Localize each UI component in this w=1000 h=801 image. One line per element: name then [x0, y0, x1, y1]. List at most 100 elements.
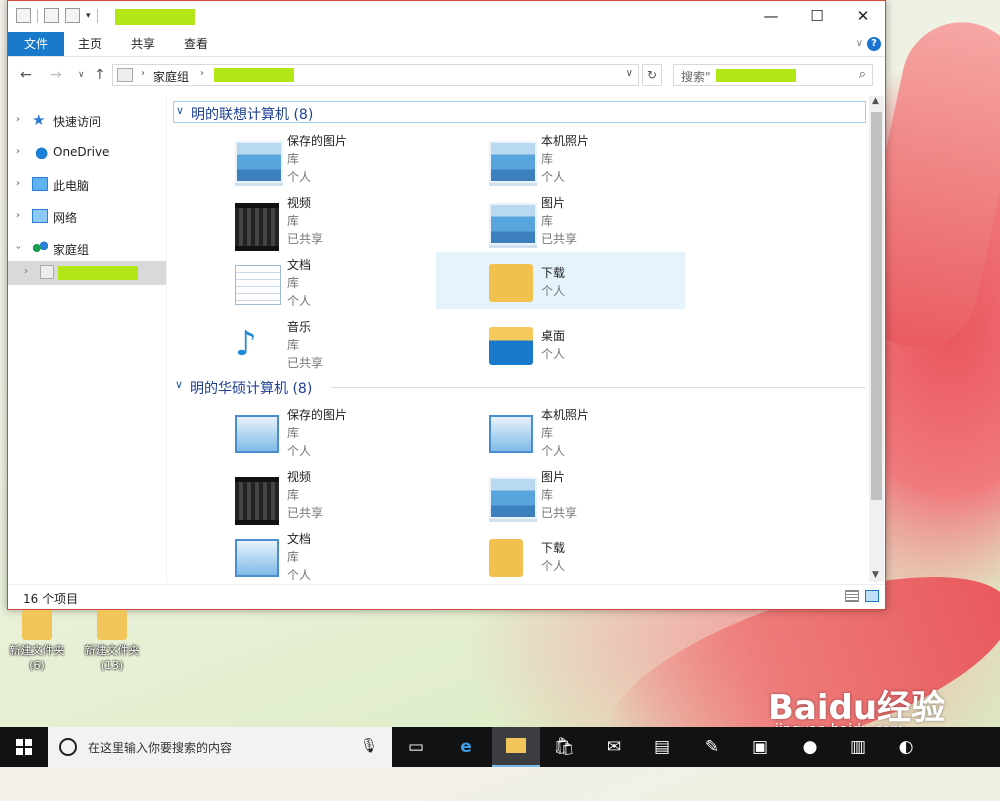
item-type: 库 — [541, 214, 554, 228]
item-share-status: 个人 — [541, 170, 566, 184]
list-item[interactable]: 图片 库 已共享 — [436, 465, 685, 523]
item-type: 个人 — [541, 284, 566, 298]
desktop-icon-label: 新建文件夹 — [84, 644, 140, 657]
app-icon[interactable]: ● — [786, 727, 834, 767]
item-name: 下载 — [541, 266, 566, 280]
maximize-button[interactable]: ☐ — [794, 1, 840, 31]
minimize-button[interactable]: — — [748, 1, 794, 31]
list-item[interactable]: 下载 个人 — [436, 527, 685, 582]
customize-dropdown-icon[interactable]: ▾ — [86, 11, 91, 21]
expand-arrow-icon[interactable]: › — [24, 266, 28, 277]
details-view-icon[interactable] — [845, 590, 859, 602]
new-folder-icon[interactable] — [65, 8, 80, 23]
properties-icon[interactable] — [44, 8, 59, 23]
close-button[interactable]: ✕ — [840, 1, 886, 31]
ribbon-tabs: 文件 主页 共享 查看 ∨ ? — [8, 32, 885, 57]
separator — [37, 8, 38, 23]
desktop-folder-2[interactable]: 新建文件夹 (13) — [77, 610, 147, 673]
list-item[interactable]: 本机照片 库 个人 — [436, 403, 685, 461]
desktop-folder-icon — [489, 327, 533, 365]
back-button[interactable]: ← — [20, 67, 32, 83]
sidebar-item-homegroup[interactable]: › 家庭组 — [8, 237, 166, 261]
app-icon[interactable]: ✎ — [688, 727, 736, 767]
search-input[interactable]: 搜索" ⌕ — [673, 64, 873, 86]
address-bar[interactable]: › 家庭组 › ∨ — [112, 64, 639, 86]
search-icon[interactable]: ⌕ — [859, 67, 866, 82]
expand-ribbon-icon[interactable]: ∨ — [856, 38, 863, 49]
item-type: 库 — [287, 426, 300, 440]
list-item[interactable]: 保存的图片 库 个人 — [182, 403, 431, 461]
scroll-up-icon[interactable]: ▲ — [872, 96, 879, 106]
sidebar-item-onedrive[interactable]: › OneDrive — [8, 141, 166, 165]
start-button[interactable] — [0, 727, 48, 767]
downloads-folder-icon — [489, 539, 523, 577]
collapse-arrow-icon[interactable]: › — [13, 246, 24, 250]
app-icon[interactable]: ▤ — [638, 727, 686, 767]
sidebar-item-homegroup-user[interactable]: › — [8, 261, 166, 285]
file-explorer-icon[interactable] — [492, 727, 540, 767]
taskbar-search-box[interactable]: 在这里输入你要搜索的内容 🎙 — [48, 727, 392, 767]
tab-home[interactable]: 主页 — [64, 32, 116, 56]
tab-share[interactable]: 共享 — [117, 32, 169, 56]
vertical-scrollbar[interactable]: ▲ ▼ — [869, 96, 884, 582]
item-name: 音乐 — [287, 320, 312, 334]
sidebar-item-quick-access[interactable]: › ★ 快速访问 — [8, 109, 166, 133]
tab-file[interactable]: 文件 — [8, 32, 64, 56]
list-item-hovered[interactable]: 下载 个人 — [436, 252, 685, 309]
list-item[interactable]: 文档 库 个人 — [182, 253, 431, 311]
list-item[interactable]: 文档 库 个人 — [182, 527, 431, 582]
collapse-group-icon[interactable]: ∨ — [176, 104, 184, 117]
sidebar-item-this-pc[interactable]: › 此电脑 — [8, 173, 166, 197]
chevron-right-icon[interactable]: › — [141, 68, 145, 79]
recent-locations-dropdown[interactable]: ∨ — [78, 70, 85, 80]
scroll-down-icon[interactable]: ▼ — [872, 570, 879, 580]
item-name: 文档 — [287, 258, 312, 272]
refresh-button[interactable]: ↻ — [642, 64, 662, 86]
breadcrumb-homegroup[interactable]: 家庭组 — [153, 68, 189, 85]
app-icon[interactable]: ▥ — [834, 727, 882, 767]
tab-view[interactable]: 查看 — [170, 32, 222, 56]
app-icon[interactable]: ◐ — [882, 727, 930, 767]
up-button[interactable]: ↑ — [94, 67, 106, 83]
expand-arrow-icon[interactable]: › — [16, 210, 20, 221]
list-item[interactable]: 保存的图片 库 个人 — [182, 129, 431, 187]
store-icon[interactable]: 🛍 — [540, 727, 588, 767]
list-item[interactable]: 视频 库 已共享 — [182, 191, 431, 251]
expand-arrow-icon[interactable]: › — [16, 146, 20, 157]
large-icons-view-icon[interactable] — [865, 590, 879, 602]
group-header-asus[interactable]: ∨ 明的华硕计算机 (8) — [173, 376, 866, 398]
library-icon — [489, 415, 533, 453]
address-dropdown-icon[interactable]: ∨ — [626, 68, 633, 79]
list-item[interactable]: 桌面 个人 — [436, 315, 685, 373]
collapse-group-icon[interactable]: ∨ — [175, 378, 183, 391]
pictures-library-icon — [489, 477, 537, 519]
scrollbar-thumb[interactable] — [871, 112, 882, 500]
list-item[interactable]: 视频 库 已共享 — [182, 465, 431, 525]
list-item[interactable]: ♪ 音乐 库 已共享 — [182, 315, 431, 373]
list-item[interactable]: 本机照片 库 个人 — [436, 129, 685, 187]
mail-icon[interactable]: ✉ — [590, 727, 638, 767]
app-icon[interactable]: ▣ — [736, 727, 784, 767]
expand-arrow-icon[interactable]: › — [16, 114, 20, 125]
item-share-status: 个人 — [287, 170, 312, 184]
item-type: 个人 — [541, 347, 566, 361]
list-item[interactable]: 图片 库 已共享 — [436, 191, 685, 249]
item-count: 16 个项目 — [23, 592, 79, 606]
task-view-icon[interactable]: ▭ — [392, 727, 440, 767]
chevron-right-icon[interactable]: › — [200, 68, 204, 79]
file-list: ∨ 明的联想计算机 (8) 保存的图片 库 个人 本机照片 库 个人 视频 库 … — [167, 96, 868, 582]
desktop-folder-1[interactable]: 新建文件夹 (6) — [2, 610, 72, 673]
group-header-lenovo[interactable]: ∨ 明的联想计算机 (8) — [173, 101, 866, 123]
edge-icon[interactable]: e — [442, 727, 490, 767]
redacted-title — [115, 9, 195, 25]
help-icon[interactable]: ? — [867, 37, 881, 51]
sidebar-item-network[interactable]: › 网络 — [8, 205, 166, 229]
item-type: 库 — [287, 152, 300, 166]
forward-button[interactable]: → — [50, 67, 62, 83]
navigation-bar: ← → ∨ ↑ › 家庭组 › ∨ ↻ 搜索" ⌕ — [8, 57, 885, 95]
cortana-icon — [59, 738, 77, 756]
title-bar[interactable]: ▾ — ☐ ✕ — [8, 1, 885, 32]
item-share-status: 个人 — [287, 568, 312, 582]
microphone-icon[interactable]: 🎙 — [360, 738, 378, 754]
expand-arrow-icon[interactable]: › — [16, 178, 20, 189]
